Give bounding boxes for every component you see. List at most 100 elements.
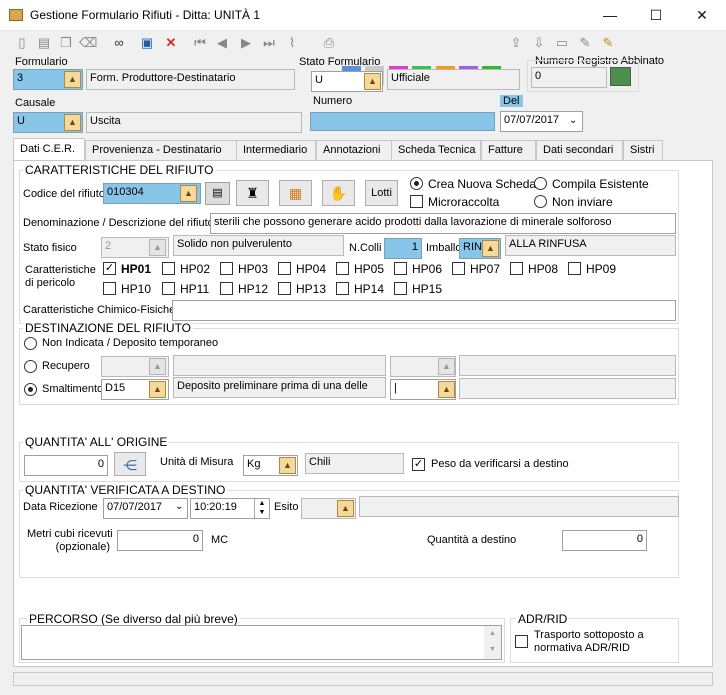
- upload-icon[interactable]: ⇪: [507, 34, 525, 52]
- causale-lookup-icon[interactable]: ▲: [64, 114, 81, 131]
- microraccolta-label: Microraccolta: [428, 195, 500, 209]
- imballo-lookup-icon[interactable]: ▲: [482, 240, 499, 257]
- prev-record-icon[interactable]: ◀: [213, 34, 231, 52]
- title-bar: Gestione Formulario Rifiuti - Ditta: UNI…: [0, 0, 726, 31]
- caratteristiche-title: CARATTERISTICHE DEL RIFIUTO: [23, 163, 216, 177]
- caratteristiche-pericolo-label: Caratteristiche: [25, 264, 96, 276]
- quantita-destino-field[interactable]: 0: [562, 530, 647, 551]
- codice-search-icon[interactable]: ▤: [205, 182, 230, 205]
- stato-lookup-icon[interactable]: ▲: [364, 73, 381, 90]
- percorso-title: PERCORSO (Se diverso dal più breve): [27, 612, 240, 626]
- export-icon[interactable]: ✎: [599, 34, 617, 52]
- attach-icon[interactable]: ⌇: [283, 34, 301, 52]
- handshake-icon[interactable]: ✋: [322, 180, 355, 206]
- print-icon[interactable]: ⎙: [320, 34, 338, 52]
- tree-structure-icon[interactable]: ⋲: [114, 452, 146, 476]
- ora-spinner-icon[interactable]: ▲ ▼: [254, 499, 269, 518]
- codice-lookup-icon[interactable]: ▲: [180, 185, 197, 202]
- caratteristiche-pericolo-label-2: di pericolo: [25, 277, 76, 289]
- tab-fatture[interactable]: Fatture: [481, 140, 536, 160]
- tab-dati-cer[interactable]: Dati C.E.R.: [13, 138, 85, 161]
- search-binoculars-icon[interactable]: ∞: [110, 34, 128, 52]
- numero-label: Numero: [313, 95, 353, 107]
- registro-image-icon[interactable]: [610, 67, 631, 86]
- microraccolta-checkbox[interactable]: [410, 195, 423, 208]
- hp04-checkbox[interactable]: [278, 262, 291, 275]
- chevron-down-icon[interactable]: ⌄: [569, 115, 577, 126]
- adr-rid-checkbox[interactable]: [515, 635, 528, 648]
- next-record-icon[interactable]: ▶: [237, 34, 255, 52]
- sack-icon[interactable]: ♜: [236, 180, 269, 206]
- minimize-button[interactable]: —: [587, 0, 633, 31]
- esito-lookup-icon[interactable]: ▲: [337, 500, 354, 517]
- close-button[interactable]: ✕: [679, 0, 725, 31]
- smaltimento-lookup-icon[interactable]: ▲: [149, 381, 166, 398]
- peso-verificarsi-checkbox[interactable]: ✓: [412, 458, 425, 471]
- delete-icon[interactable]: ✕: [162, 34, 180, 52]
- hp11-label: HP11: [180, 282, 210, 296]
- hp14-checkbox[interactable]: [336, 282, 349, 295]
- lotti-button[interactable]: Lotti: [365, 180, 398, 206]
- recupero-label: Recupero: [42, 360, 90, 372]
- chimico-fisiche-field[interactable]: [172, 300, 676, 321]
- hp09-checkbox[interactable]: [568, 262, 581, 275]
- tab-sistri[interactable]: Sistri: [623, 140, 663, 160]
- stato-fisico-lookup-icon[interactable]: ▲: [149, 239, 166, 256]
- denominazione-field[interactable]: sterili che possono generare acido prodo…: [210, 213, 676, 234]
- hp11-checkbox[interactable]: [162, 282, 175, 295]
- tab-annotazioni[interactable]: Annotazioni: [316, 140, 394, 160]
- doc-icon[interactable]: ▭: [553, 34, 571, 52]
- hp05-checkbox[interactable]: [336, 262, 349, 275]
- new-doc-icon[interactable]: ▯: [13, 34, 31, 52]
- last-record-icon[interactable]: ⏭: [260, 34, 278, 52]
- first-record-icon[interactable]: ⏮: [191, 34, 209, 52]
- info-card-icon[interactable]: ▦: [279, 180, 312, 206]
- hp01-checkbox[interactable]: ✓: [103, 262, 116, 275]
- metri-cubi-field[interactable]: 0: [117, 530, 203, 551]
- tab-dati-secondari[interactable]: Dati secondari: [536, 140, 623, 160]
- hp13-checkbox[interactable]: [278, 282, 291, 295]
- hp07-checkbox[interactable]: [452, 262, 465, 275]
- smaltimento-extra-desc: [459, 378, 676, 399]
- crea-nuova-scheda-radio[interactable]: [410, 177, 423, 190]
- hp08-checkbox[interactable]: [510, 262, 523, 275]
- hp15-checkbox[interactable]: [394, 282, 407, 295]
- unita-misura-desc: Chili: [305, 453, 404, 474]
- hp02-checkbox[interactable]: [162, 262, 175, 275]
- denominazione-label: Denominazione / Descrizione del rifiuto: [23, 217, 214, 229]
- peso-verificarsi-label: Peso da verificarsi a destino: [431, 458, 569, 470]
- recupero-lookup-icon[interactable]: ▲: [149, 358, 166, 375]
- formulario-lookup-icon[interactable]: ▲: [64, 71, 81, 88]
- data-chevron-down-icon[interactable]: ⌄: [175, 501, 183, 512]
- smaltimento-extra-lookup-icon[interactable]: ▲: [438, 381, 455, 398]
- open-doc-icon[interactable]: ▤: [35, 34, 53, 52]
- tab-provenienza[interactable]: Provenienza - Destinatario: [85, 140, 246, 160]
- compila-esistente-radio[interactable]: [534, 177, 547, 190]
- hp06-checkbox[interactable]: [394, 262, 407, 275]
- import-icon[interactable]: ⇩: [530, 34, 548, 52]
- hp10-checkbox[interactable]: [103, 282, 116, 295]
- numero-field[interactable]: [310, 112, 495, 131]
- hp12-checkbox[interactable]: [220, 282, 233, 295]
- maximize-button[interactable]: ☐: [633, 0, 679, 31]
- metri-cubi-label-2: (opzionale): [55, 541, 110, 553]
- smaltimento-radio[interactable]: [24, 383, 37, 396]
- erase-icon[interactable]: ⌫: [79, 34, 97, 52]
- save-icon[interactable]: ▣: [138, 34, 156, 52]
- recupero-radio[interactable]: [24, 360, 37, 373]
- mc-label: MC: [211, 534, 229, 546]
- percorso-textarea[interactable]: [21, 625, 502, 660]
- recupero-extra-lookup-icon[interactable]: ▲: [438, 358, 455, 375]
- tab-intermediario[interactable]: Intermediario: [236, 140, 316, 160]
- quantita-origine-field[interactable]: 0: [24, 455, 108, 476]
- n-colli-field[interactable]: 1: [384, 238, 422, 259]
- tab-scheda-tecnica[interactable]: Scheda Tecnica: [391, 140, 481, 160]
- copy-icon[interactable]: ❐: [57, 34, 75, 52]
- non-indicata-radio[interactable]: [24, 337, 37, 350]
- percorso-scrollbar[interactable]: ▲ ▼: [484, 626, 501, 659]
- non-inviare-radio[interactable]: [534, 195, 547, 208]
- hp03-checkbox[interactable]: [220, 262, 233, 275]
- unita-lookup-icon[interactable]: ▲: [279, 457, 296, 474]
- adr-rid-title: ADR/RID: [516, 612, 570, 626]
- sign-icon[interactable]: ✎: [576, 34, 594, 52]
